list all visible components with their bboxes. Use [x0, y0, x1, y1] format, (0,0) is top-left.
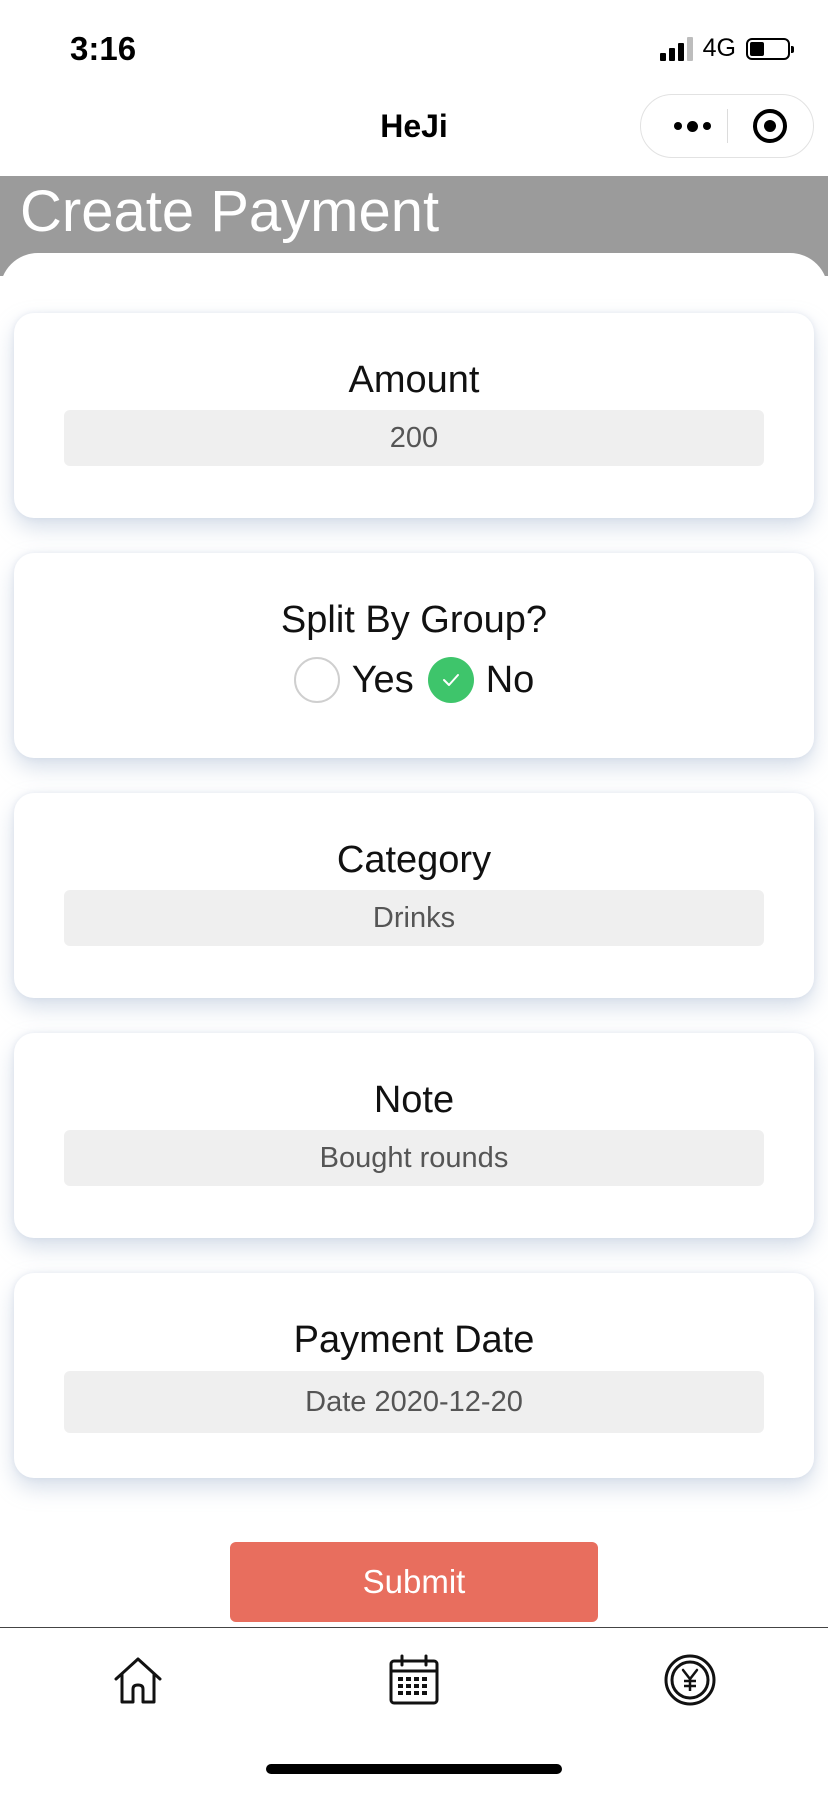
calendar-icon [389, 1654, 439, 1705]
yen-coin-icon [664, 1654, 716, 1706]
note-label: Note [373, 1079, 455, 1121]
battery-icon [746, 37, 794, 60]
category-label: Category [336, 839, 492, 881]
split-card: Split By Group? Yes No [14, 553, 814, 758]
split-label: Split By Group? [280, 599, 548, 641]
payment-date-label: Payment Date [293, 1319, 535, 1361]
split-option-yes[interactable]: Yes [293, 657, 414, 703]
status-time: 3:16 [70, 30, 137, 67]
tab-calendar[interactable] [384, 1650, 444, 1710]
split-option-yes-label: Yes [351, 658, 414, 701]
amount-input[interactable]: 200 [64, 410, 764, 466]
radio-unchecked-icon[interactable] [293, 657, 340, 703]
submit-button[interactable]: Submit [230, 1542, 598, 1622]
checkmark-icon [442, 674, 459, 686]
tab-payments[interactable] [660, 1650, 720, 1710]
amount-card: Amount 200 [14, 313, 814, 518]
more-dots-icon[interactable] [667, 95, 717, 157]
category-input[interactable]: Drinks [64, 890, 764, 946]
tab-home[interactable] [108, 1650, 168, 1710]
category-card: Category Drinks [14, 793, 814, 998]
status-indicators: 4G [659, 34, 794, 63]
page-title: Create Payment [20, 179, 440, 244]
network-type: 4G [702, 34, 736, 62]
mini-program-capsule [640, 94, 814, 158]
note-card: Note Bought rounds [14, 1033, 814, 1238]
amount-label: Amount [348, 359, 480, 401]
nav-bar: HeJi [0, 90, 828, 176]
payment-date-picker[interactable]: Date 2020-12-20 [64, 1371, 764, 1433]
split-option-no[interactable]: No [427, 657, 535, 703]
target-icon[interactable] [753, 109, 787, 143]
split-option-no-label: No [485, 658, 535, 701]
signal-strength-icon [659, 36, 693, 61]
capsule-divider [727, 109, 728, 143]
payment-date-card: Payment Date Date 2020-12-20 [14, 1273, 814, 1478]
home-indicator [266, 1764, 562, 1774]
split-radio-group: Yes No [14, 657, 814, 703]
status-bar: 3:16 4G [0, 0, 828, 90]
note-input[interactable]: Bought rounds [64, 1130, 764, 1186]
home-icon [114, 1657, 162, 1704]
radio-checked-icon[interactable] [427, 657, 474, 703]
